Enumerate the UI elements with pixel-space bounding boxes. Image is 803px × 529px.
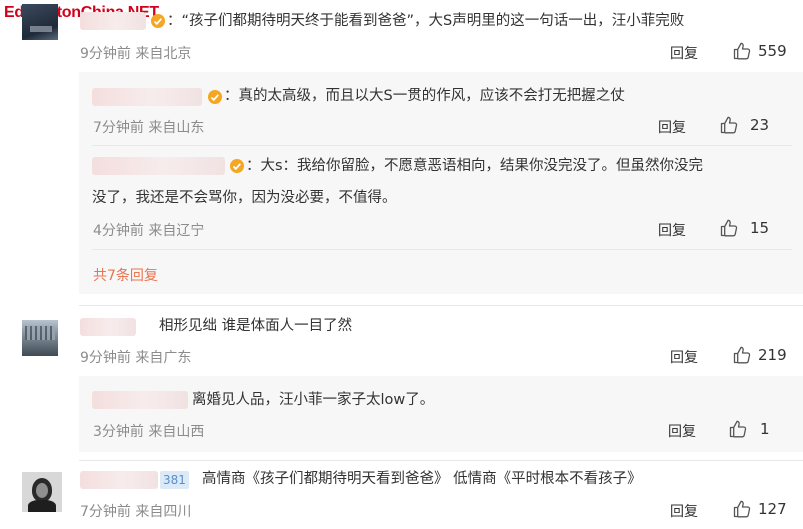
thumbs-up-icon[interactable] [732, 345, 752, 365]
divider [79, 460, 803, 461]
verified-badge-icon [208, 90, 222, 104]
username-redacted[interactable] [92, 88, 202, 106]
more-replies-link[interactable]: 共7条回复 [93, 265, 158, 285]
username-redacted[interactable] [80, 12, 146, 30]
comment-text: ：“孩子们都期待明天终于能看到爸爸”，大S声明里的这一句话一出，汪小菲完败 [167, 13, 685, 29]
thumbs-up-icon[interactable] [732, 41, 752, 61]
verified-badge-icon [230, 159, 244, 173]
comment-meta: 9分钟前 来自广东 [80, 350, 192, 366]
avatar[interactable] [22, 4, 58, 40]
comment-text: 高情商《孩子们都期待明天看到爸爸》 低情商《平时根本不看孩子》 [202, 471, 642, 487]
comment-meta: 7分钟前 来自四川 [80, 504, 192, 520]
avatar[interactable] [22, 472, 62, 512]
reply-button[interactable]: 回复 [670, 501, 698, 521]
thumbs-up-icon[interactable] [719, 218, 739, 238]
username-redacted[interactable] [80, 471, 158, 489]
like-count: 15 [750, 219, 770, 237]
mention-link[interactable]: 381 [160, 471, 189, 489]
thumbs-up-icon[interactable] [732, 499, 752, 519]
username-redacted[interactable] [80, 318, 136, 336]
thumbs-up-icon[interactable] [728, 419, 748, 439]
reply-text: ：真的太高级，而且以大S一贯的作风，应该不会打无把握之仗 [224, 88, 625, 104]
reply-meta: 3分钟前 来自山西 [93, 424, 205, 440]
reply-button[interactable]: 回复 [658, 220, 686, 240]
thumbs-up-icon[interactable] [719, 115, 739, 135]
divider [92, 249, 792, 250]
comment-meta: 9分钟前 来自北京 [80, 46, 192, 62]
like-count: 219 [758, 346, 787, 364]
like-count: 127 [758, 500, 787, 518]
verified-badge-icon [151, 14, 165, 28]
like-count: 1 [760, 420, 770, 438]
like-count: 559 [758, 42, 787, 60]
reply-meta: 7分钟前 来自山东 [93, 120, 205, 136]
like-count: 23 [750, 116, 770, 134]
reply-button[interactable]: 回复 [670, 43, 698, 63]
avatar[interactable] [22, 320, 58, 356]
comment-text: 相形见绌 谁是体面人一目了然 [159, 318, 353, 334]
reply-text: 离婚见人品，汪小菲一家子太low了。 [192, 392, 435, 408]
divider [92, 145, 792, 146]
reply-text-line-1: ：大s：我给你留脸，不愿意恶语相向，结果你没完没了。但虽然你没完 [246, 158, 704, 174]
username-redacted[interactable] [92, 391, 188, 409]
reply-button[interactable]: 回复 [658, 117, 686, 137]
divider [79, 305, 803, 306]
username-redacted[interactable] [92, 157, 225, 175]
reply-button[interactable]: 回复 [670, 347, 698, 367]
reply-text-line-2: 没了，我还是不会骂你，因为没必要，不值得。 [92, 190, 397, 206]
reply-meta: 4分钟前 来自辽宁 [93, 223, 205, 239]
reply-button[interactable]: 回复 [668, 421, 696, 441]
